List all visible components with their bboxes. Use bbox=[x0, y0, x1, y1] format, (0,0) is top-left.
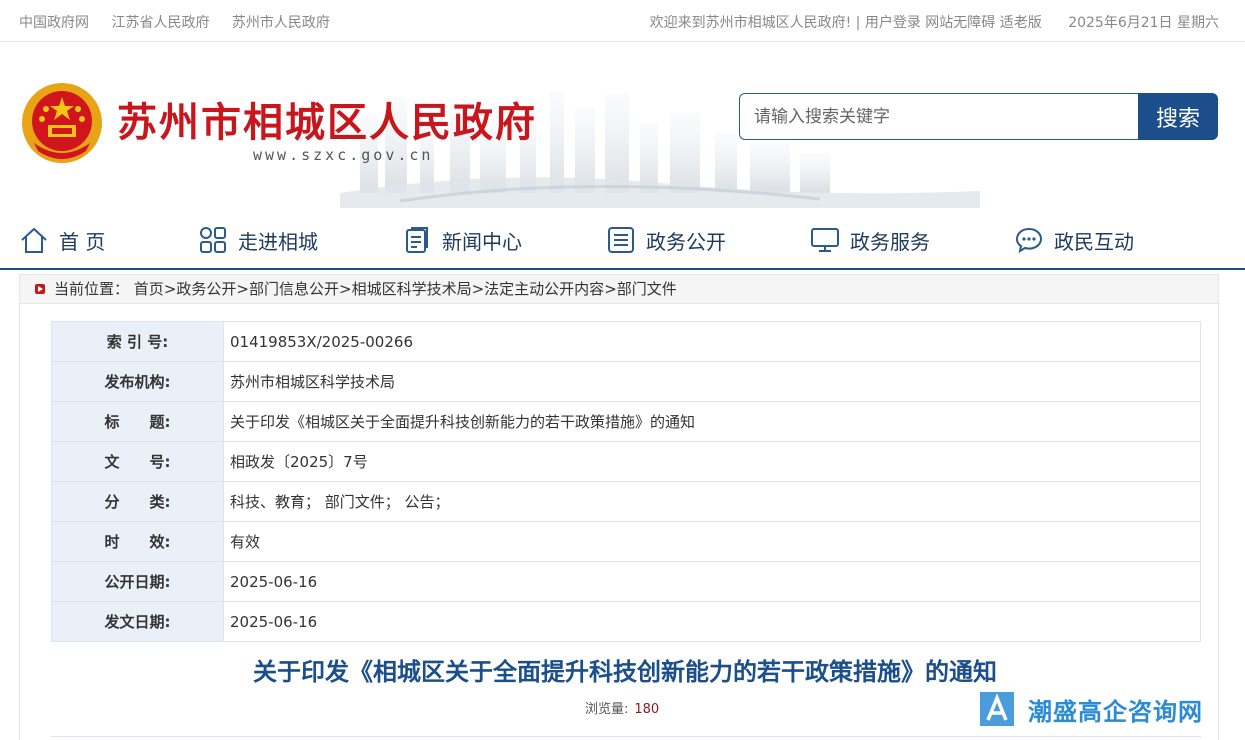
top-right-info: 欢迎来到苏州市相城区人民政府! | 用户登录 网站无障碍 适老版 2025年6月… bbox=[650, 12, 1219, 32]
view-count: 浏览量: 180 bbox=[585, 698, 659, 717]
nav-item-gov-affairs-disclosure[interactable]: 政务公开 bbox=[606, 222, 726, 258]
breadcrumb-item-gov-affairs[interactable]: 政务公开 bbox=[176, 280, 236, 298]
issue-date-label: 发文日期: bbox=[51, 601, 224, 642]
nav-label: 政务公开 bbox=[646, 229, 726, 254]
link-suzhou-gov[interactable]: 苏州市人民政府 bbox=[232, 15, 330, 31]
table-row: 分 类: 科技、教育； 部门文件； 公告； bbox=[51, 481, 1201, 522]
title-label: 标 题: bbox=[51, 401, 224, 442]
nav-label: 首 页 bbox=[59, 229, 106, 254]
site-url: www.szxc.gov.cn bbox=[253, 146, 434, 164]
publisher-label: 发布机构: bbox=[51, 361, 224, 402]
breadcrumb-item-dept-info[interactable]: 部门信息公开 bbox=[249, 280, 339, 298]
publish-date-value: 2025-06-16 bbox=[223, 561, 1201, 602]
breadcrumb-item-statutory-content[interactable]: 法定主动公开内容 bbox=[484, 280, 604, 298]
breadcrumb-separator: > bbox=[471, 280, 485, 298]
table-row: 文 号: 相政发〔2025〕7号 bbox=[51, 441, 1201, 482]
title-value: 关于印发《相城区关于全面提升科技创新能力的若干政策措施》的通知 bbox=[223, 401, 1201, 442]
link-jiangsu-gov[interactable]: 江苏省人民政府 bbox=[111, 15, 209, 31]
watermark-logo-icon bbox=[980, 692, 1014, 726]
grid-icon bbox=[200, 227, 226, 253]
list-icon bbox=[608, 227, 634, 253]
divider bbox=[51, 736, 1201, 737]
nav-label: 政民互动 bbox=[1054, 229, 1134, 254]
breadcrumb-separator: > bbox=[339, 280, 352, 298]
nav-label: 走进相城 bbox=[238, 229, 318, 254]
category-label: 分 类: bbox=[51, 481, 224, 522]
current-date: 2025年6月21日 星期六 bbox=[1068, 15, 1219, 31]
doc-number-label: 文 号: bbox=[51, 441, 224, 482]
table-row: 标 题: 关于印发《相城区关于全面提升科技创新能力的若干政策措施》的通知 bbox=[51, 401, 1201, 442]
nav-item-home[interactable]: 首 页 bbox=[19, 222, 105, 258]
watermark: 潮盛高企咨询网 bbox=[976, 688, 1203, 730]
publisher-value: 苏州市相城区科学技术局 bbox=[223, 361, 1201, 402]
top-links: 中国政府网 江苏省人民政府 苏州市人民政府 bbox=[19, 12, 348, 32]
category-value: 科技、教育； 部门文件； 公告； bbox=[223, 481, 1201, 522]
breadcrumb-separator: > bbox=[604, 280, 617, 298]
breadcrumb-separator: > bbox=[236, 280, 249, 298]
nav-label: 新闻中心 bbox=[442, 229, 522, 254]
breadcrumb-prefix: 当前位置： bbox=[54, 280, 130, 298]
location-bullet-icon bbox=[35, 284, 45, 294]
site-header: 苏州市相城区人民政府 www.szxc.gov.cn 搜索 bbox=[0, 43, 1245, 208]
table-row: 公开日期: 2025-06-16 bbox=[51, 561, 1201, 602]
main-nav: 首 页 走进相城 新闻中心 政务公开 政务服务 政民互动 bbox=[0, 210, 1245, 270]
nav-item-public-interaction[interactable]: 政民互动 bbox=[1014, 222, 1134, 258]
index-number-label: 索 引 号: bbox=[51, 321, 224, 362]
nav-item-news-center[interactable]: 新闻中心 bbox=[402, 222, 522, 258]
validity-label: 时 效: bbox=[51, 521, 224, 562]
view-count-label: 浏览量: bbox=[585, 702, 629, 717]
breadcrumb: 当前位置： 首页>政务公开>部门信息公开>相城区科学技术局>法定主动公开内容>部… bbox=[19, 274, 1219, 304]
home-icon bbox=[21, 227, 47, 253]
breadcrumb-separator: > bbox=[163, 280, 177, 298]
search-button[interactable]: 搜索 bbox=[1138, 93, 1218, 140]
index-number-value: 01419853X/2025-00266 bbox=[223, 321, 1201, 362]
table-row: 时 效: 有效 bbox=[51, 521, 1201, 562]
table-row: 索 引 号: 01419853X/2025-00266 bbox=[51, 321, 1201, 362]
chat-icon bbox=[1015, 227, 1043, 254]
view-count-number: 180 bbox=[634, 702, 660, 717]
breadcrumb-item-home[interactable]: 首页 bbox=[134, 280, 164, 298]
top-bar: 中国政府网 江苏省人民政府 苏州市人民政府 欢迎来到苏州市相城区人民政府! | … bbox=[0, 0, 1245, 42]
welcome-and-tools[interactable]: 欢迎来到苏州市相城区人民政府! | 用户登录 网站无障碍 适老版 bbox=[650, 15, 1042, 31]
table-row: 发文日期: 2025-06-16 bbox=[51, 601, 1201, 642]
document-title: 关于印发《相城区关于全面提升科技创新能力的若干政策措施》的通知 bbox=[253, 658, 997, 686]
nav-label: 政务服务 bbox=[850, 229, 930, 254]
watermark-text: 潮盛高企咨询网 bbox=[1028, 696, 1203, 726]
validity-value: 有效 bbox=[223, 521, 1201, 562]
nav-item-about-xiangcheng[interactable]: 走进相城 bbox=[198, 222, 318, 258]
doc-number-value: 相政发〔2025〕7号 bbox=[223, 441, 1201, 482]
issue-date-value: 2025-06-16 bbox=[223, 601, 1201, 642]
nav-item-gov-services[interactable]: 政务服务 bbox=[810, 222, 930, 258]
site-title: 苏州市相城区人民政府 bbox=[117, 100, 537, 146]
national-emblem-icon bbox=[22, 83, 102, 163]
document-info-table: 索 引 号: 01419853X/2025-00266 发布机构: 苏州市相城区… bbox=[51, 321, 1201, 642]
publish-date-label: 公开日期: bbox=[51, 561, 224, 602]
table-row: 发布机构: 苏州市相城区科学技术局 bbox=[51, 361, 1201, 402]
search-input[interactable] bbox=[739, 93, 1139, 140]
document-icon bbox=[406, 227, 428, 253]
monitor-icon bbox=[811, 228, 839, 252]
breadcrumb-item-science-bureau[interactable]: 相城区科学技术局 bbox=[352, 280, 472, 298]
breadcrumb-item-dept-documents[interactable]: 部门文件 bbox=[617, 280, 677, 298]
link-gov-cn[interactable]: 中国政府网 bbox=[19, 15, 89, 31]
